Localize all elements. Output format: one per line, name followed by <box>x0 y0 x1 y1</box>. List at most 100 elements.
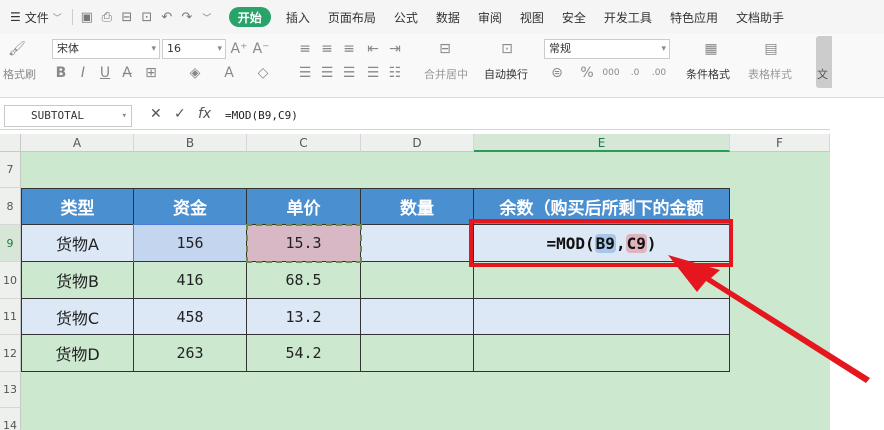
print-icon[interactable]: ⊟ <box>117 7 137 27</box>
tab-0[interactable]: 开始 <box>228 7 271 27</box>
price-cell[interactable]: 15.3 <box>247 225 361 262</box>
justify-icon[interactable]: ☰ <box>364 64 382 82</box>
remainder-cell[interactable] <box>474 335 730 372</box>
align-left-icon[interactable]: ☰ <box>296 64 314 82</box>
header-cell[interactable]: 单价 <box>247 188 361 225</box>
header-cell[interactable]: 余数（购买后所剩下的金额 <box>474 188 730 225</box>
price-cell[interactable]: 13.2 <box>247 299 361 335</box>
tab-1[interactable]: 插入 <box>277 0 319 34</box>
row-header-9[interactable]: 9 <box>0 225 21 262</box>
tab-9[interactable]: 特色应用 <box>661 0 727 34</box>
table-style-label[interactable]: 表格样式 <box>748 66 792 82</box>
fund-cell[interactable]: 156 <box>133 224 248 263</box>
row-header-14[interactable]: 14 <box>0 408 21 430</box>
cancel-icon[interactable]: ✕ <box>150 106 162 122</box>
type-cell[interactable]: 货物C <box>21 299 134 335</box>
chevron-down-icon[interactable]: ﹀ <box>197 7 217 27</box>
name-box[interactable]: SUBTOTAL ▾ <box>4 105 132 127</box>
column-header-D[interactable]: D <box>361 134 474 152</box>
price-cell[interactable]: 54.2 <box>247 335 361 372</box>
tab-7[interactable]: 安全 <box>553 0 595 34</box>
align-bottom-icon[interactable]: ≡ <box>340 40 358 58</box>
fund-cell[interactable]: 416 <box>134 262 247 299</box>
italic-icon[interactable]: I <box>74 64 92 82</box>
decrease-font-icon[interactable]: A⁻ <box>252 40 270 58</box>
tab-6[interactable]: 视图 <box>511 0 553 34</box>
tab-5[interactable]: 审阅 <box>469 0 511 34</box>
indent-increase-icon[interactable]: ⇥ <box>386 40 404 58</box>
align-right-icon[interactable]: ☰ <box>340 64 358 82</box>
header-cell[interactable]: 类型 <box>21 188 134 225</box>
format-painter-icon[interactable]: 🖌 <box>8 40 26 58</box>
type-cell[interactable]: 货物B <box>21 262 134 299</box>
column-header-B[interactable]: B <box>134 134 247 152</box>
decrease-decimal-icon[interactable]: .00 <box>650 64 668 82</box>
row-header-13[interactable]: 13 <box>0 372 21 408</box>
confirm-icon[interactable]: ✓ <box>174 106 186 122</box>
increase-decimal-icon[interactable]: .0 <box>626 64 644 82</box>
file-menu[interactable]: ☰ 文件 ﹀ <box>4 0 68 34</box>
fund-cell[interactable]: 458 <box>134 299 247 335</box>
fill-color-icon[interactable]: ◈ <box>186 64 204 82</box>
align-top-icon[interactable]: ≡ <box>296 40 314 58</box>
strikethrough-icon[interactable]: A̶ <box>118 64 136 82</box>
row-header-8[interactable]: 8 <box>0 188 21 225</box>
tab-8[interactable]: 开发工具 <box>595 0 661 34</box>
row-header-11[interactable]: 11 <box>0 299 21 335</box>
align-middle-icon[interactable]: ≡ <box>318 40 336 58</box>
merge-center-label[interactable]: 合并居中 <box>424 66 468 82</box>
align-center-icon[interactable]: ☰ <box>318 64 336 82</box>
currency-icon[interactable]: ⊜ <box>548 64 566 82</box>
price-cell[interactable]: 68.5 <box>247 262 361 299</box>
tab-3[interactable]: 公式 <box>385 0 427 34</box>
clear-icon[interactable]: ◇ <box>254 64 272 82</box>
quantity-cell[interactable] <box>361 225 474 262</box>
save-icon[interactable]: ▣ <box>77 7 97 27</box>
bold-icon[interactable]: B <box>52 64 70 82</box>
type-cell[interactable]: 货物D <box>21 335 134 372</box>
column-header-C[interactable]: C <box>247 134 361 152</box>
quantity-cell[interactable] <box>361 299 474 335</box>
remainder-cell[interactable] <box>474 299 730 335</box>
undo-icon[interactable]: ↶ <box>157 7 177 27</box>
in-cell-formula[interactable]: =MOD(B9,C9) <box>547 233 656 253</box>
spreadsheet-grid[interactable]: A B C D E F 7 8 9 10 11 12 13 14 类型 资金 单价 数量 余数（购买后所剩下的金额货… <box>0 134 830 430</box>
formula-input[interactable]: =MOD(B9,C9) <box>219 105 829 127</box>
row-header-12[interactable]: 12 <box>0 335 21 372</box>
print-preview-icon[interactable]: ⎙ <box>97 7 117 27</box>
column-header-A[interactable]: A <box>21 134 134 152</box>
remainder-cell[interactable] <box>474 262 730 299</box>
row-header-7[interactable]: 7 <box>0 152 21 188</box>
increase-font-icon[interactable]: A⁺ <box>230 40 248 58</box>
fund-cell[interactable]: 263 <box>134 335 247 372</box>
border-icon[interactable]: ⊞ <box>142 64 160 82</box>
export-icon[interactable]: ⊡ <box>137 7 157 27</box>
select-all-corner[interactable] <box>0 134 21 152</box>
format-painter-label[interactable]: 格式刷 <box>3 66 36 82</box>
merge-center-icon[interactable]: ⊟ <box>436 40 454 58</box>
redo-icon[interactable]: ↷ <box>177 7 197 27</box>
distributed-icon[interactable]: ☷ <box>386 64 404 82</box>
tab-4[interactable]: 数据 <box>427 0 469 34</box>
conditional-format-label[interactable]: 条件格式 <box>686 66 730 82</box>
wrap-text-icon[interactable]: ⊡ <box>498 40 516 58</box>
font-name-select[interactable]: 宋体 ▾ <box>52 39 160 59</box>
font-size-select[interactable]: 16 ▾ <box>162 39 226 59</box>
tab-2[interactable]: 页面布局 <box>319 0 385 34</box>
thousands-icon[interactable]: 000 <box>602 64 620 82</box>
percent-icon[interactable]: % <box>578 64 596 82</box>
document-side-button[interactable]: 文 <box>816 36 832 88</box>
quantity-cell[interactable] <box>361 335 474 372</box>
active-edit-cell[interactable]: =MOD(B9,C9) <box>474 225 730 262</box>
column-header-E[interactable]: E <box>474 134 730 152</box>
font-color-icon[interactable]: A <box>220 64 238 82</box>
wrap-text-label[interactable]: 自动换行 <box>484 66 528 82</box>
type-cell[interactable]: 货物A <box>21 225 134 262</box>
indent-decrease-icon[interactable]: ⇤ <box>364 40 382 58</box>
row-header-10[interactable]: 10 <box>0 262 21 299</box>
header-cell[interactable]: 资金 <box>134 188 247 225</box>
number-format-select[interactable]: 常规 ▾ <box>544 39 670 59</box>
column-header-F[interactable]: F <box>730 134 830 152</box>
header-cell[interactable]: 数量 <box>361 188 474 225</box>
table-style-icon[interactable]: ▤ <box>762 40 780 58</box>
